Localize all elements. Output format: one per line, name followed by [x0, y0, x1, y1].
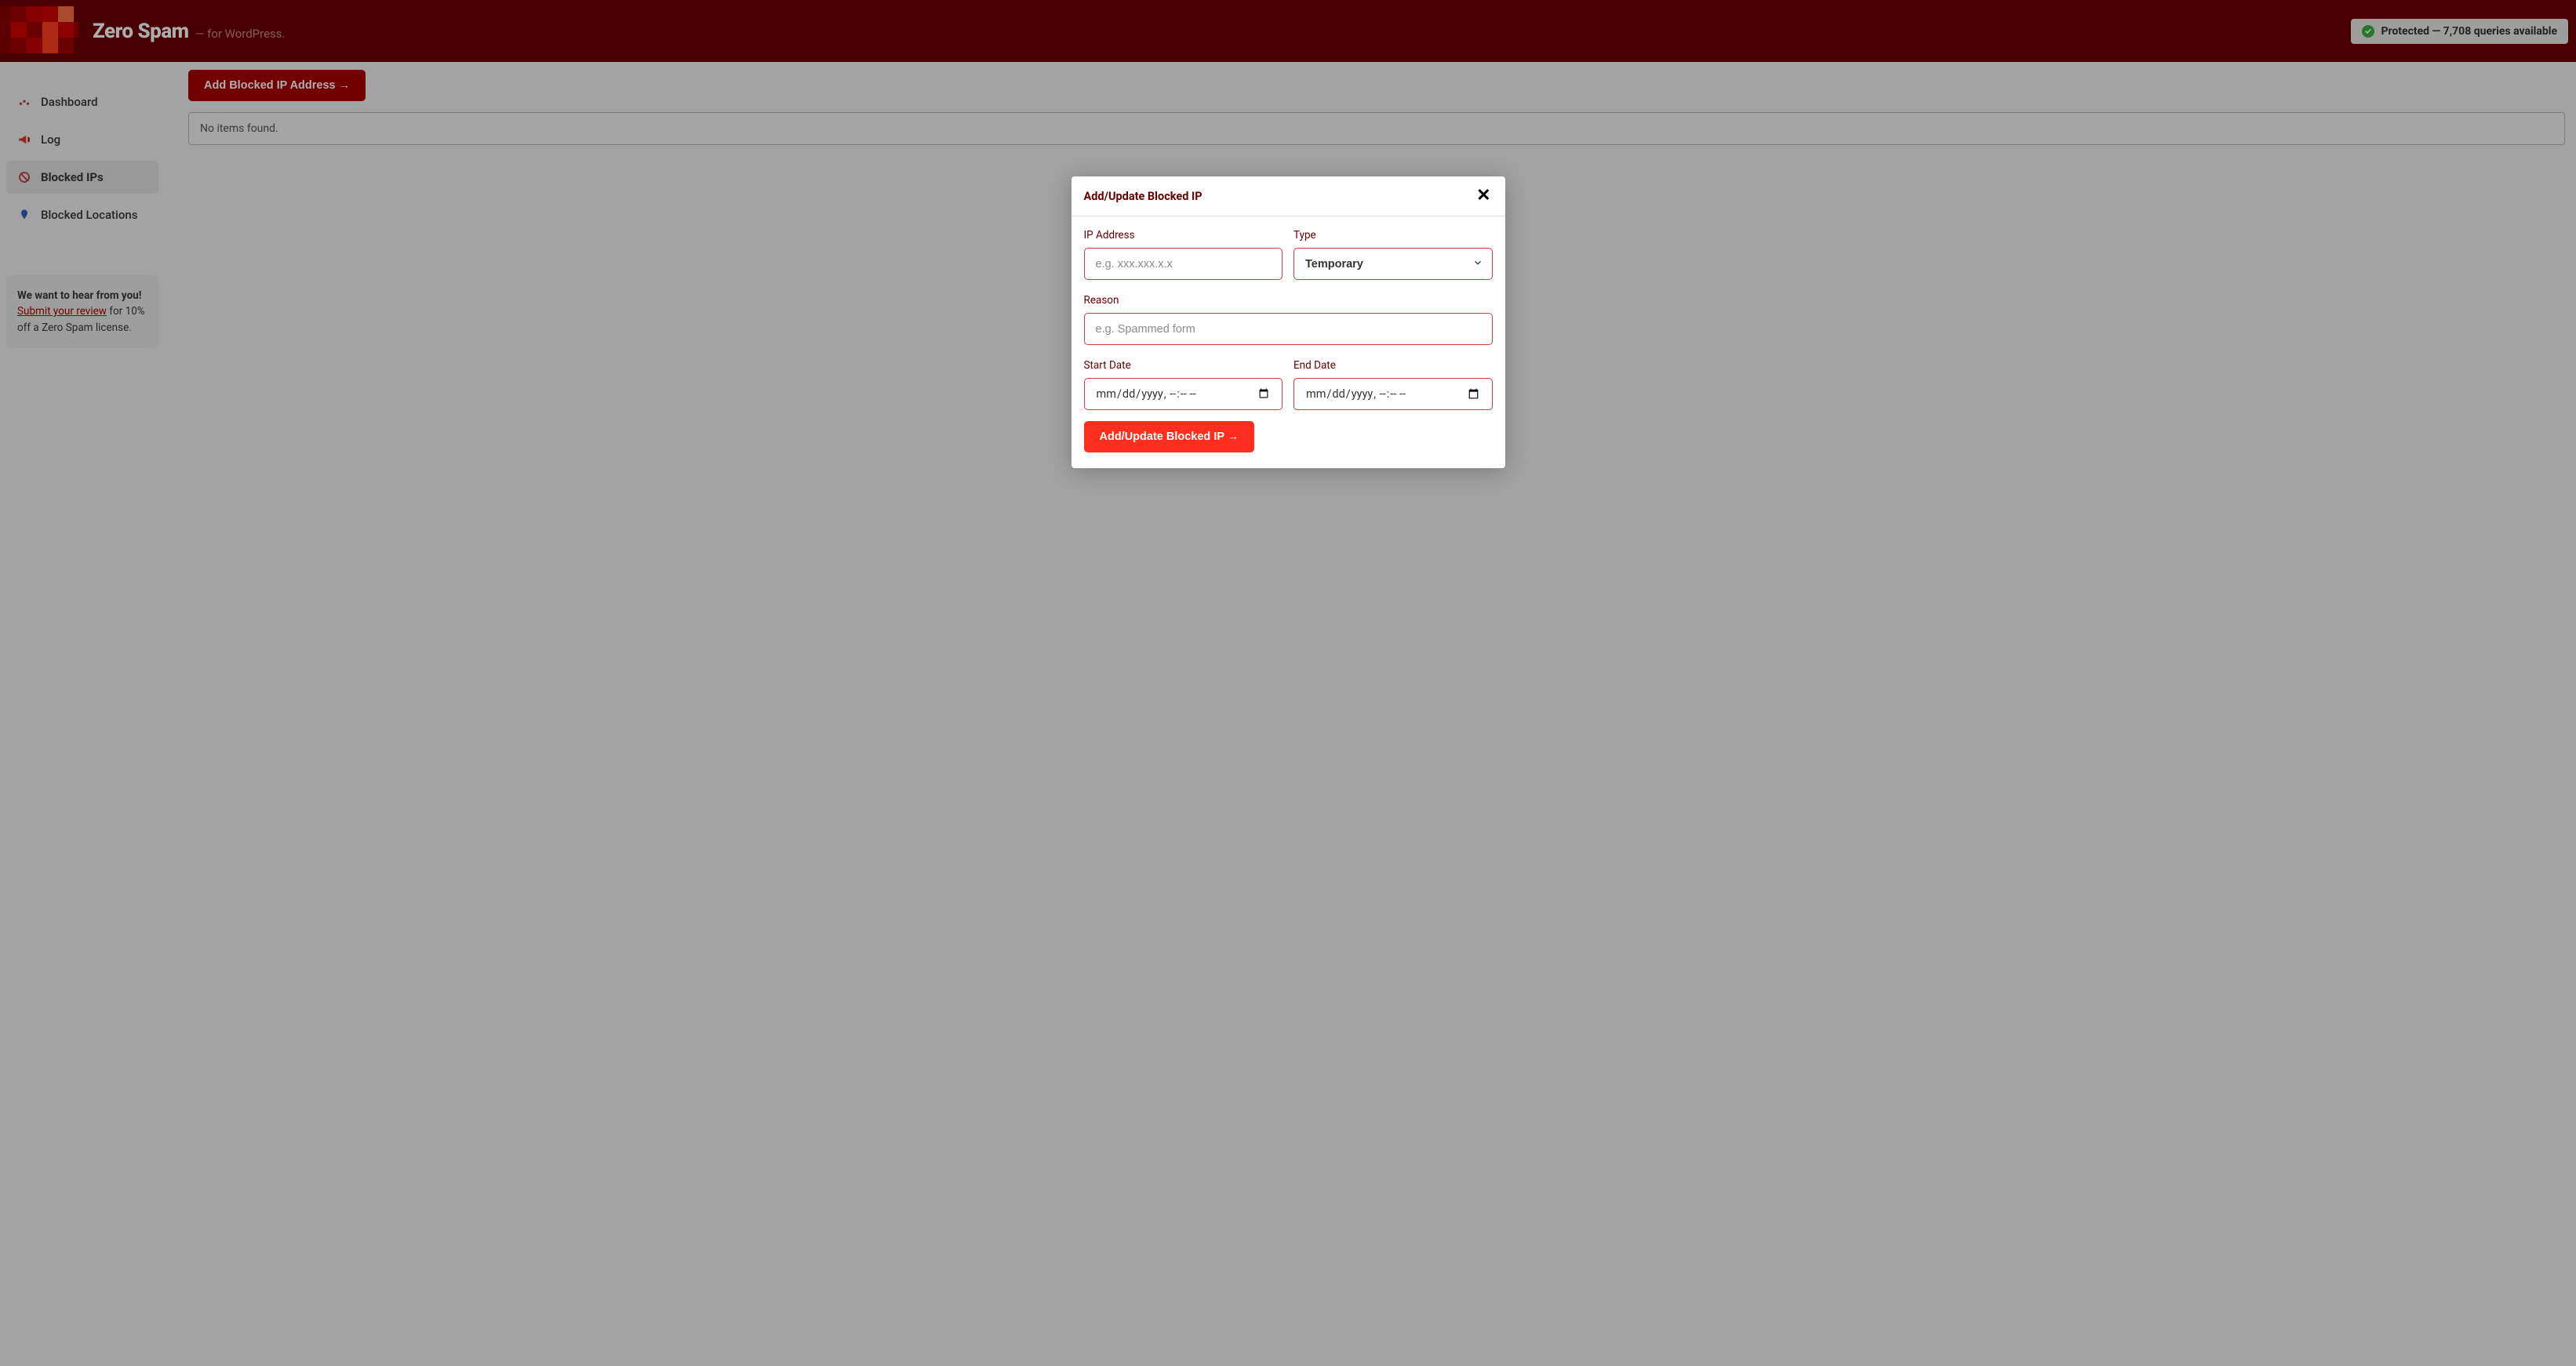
modal-title: Add/Update Blocked IP — [1084, 190, 1202, 203]
reason-label: Reason — [1084, 294, 1493, 307]
modal-header: Add/Update Blocked IP ✕ — [1072, 176, 1505, 216]
ip-address-label: IP Address — [1084, 229, 1283, 242]
close-icon[interactable]: ✕ — [1475, 187, 1492, 205]
end-date-input[interactable] — [1293, 378, 1493, 410]
start-date-label: Start Date — [1084, 359, 1283, 372]
reason-input[interactable] — [1084, 313, 1493, 345]
modal: Add/Update Blocked IP ✕ IP Address Type … — [1072, 176, 1505, 468]
ip-address-input[interactable] — [1084, 248, 1283, 280]
start-date-input[interactable] — [1084, 378, 1283, 410]
submit-button[interactable]: Add/Update Blocked IP → — [1084, 421, 1255, 452]
type-select[interactable]: Temporary — [1293, 248, 1493, 280]
modal-overlay[interactable]: Add/Update Blocked IP ✕ IP Address Type … — [0, 0, 2576, 1366]
end-date-label: End Date — [1293, 359, 1493, 372]
type-label: Type — [1293, 229, 1493, 242]
